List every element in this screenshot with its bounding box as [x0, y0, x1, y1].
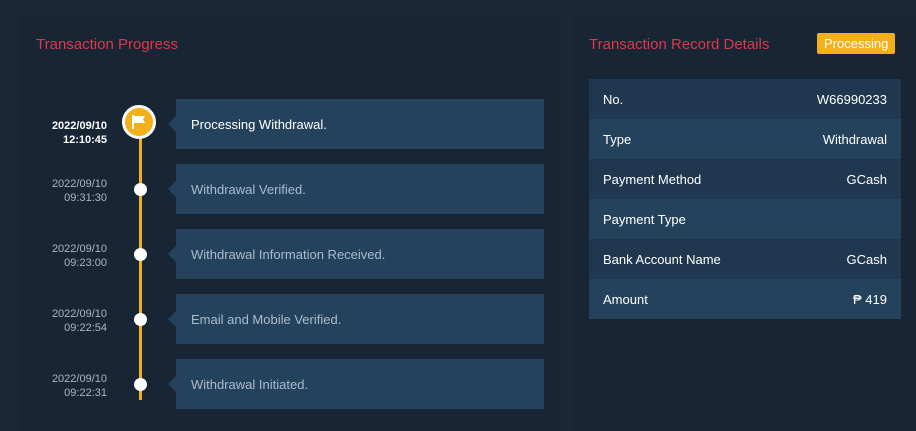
detail-row: Payment Method GCash: [589, 159, 901, 199]
step-label: Withdrawal Initiated.: [191, 376, 309, 392]
detail-row: Type Withdrawal: [589, 119, 901, 159]
step-timestamp: 2022/09/10 09:22:54: [33, 307, 107, 335]
detail-label: No.: [603, 91, 624, 107]
step-dot: [134, 378, 147, 391]
transaction-progress-panel: Transaction Progress 2022/09/10 12:10:45…: [21, 14, 559, 431]
status-badge: Processing: [817, 33, 896, 54]
detail-row: No. W66990233: [589, 79, 901, 119]
step-time: 09:23:00: [64, 257, 107, 269]
detail-row: Bank Account Name GCash: [589, 239, 901, 279]
step-time: 12:10:45: [62, 134, 107, 146]
step-label: Email and Mobile Verified.: [191, 311, 342, 327]
current-step-marker: [122, 105, 156, 139]
step-date: 2022/09/10: [51, 373, 107, 385]
detail-value: ₱ 419: [853, 291, 887, 307]
step-dot: [134, 313, 147, 326]
step-timestamp: 2022/09/10 09:22:31: [33, 372, 107, 400]
step-date: 2022/09/10: [51, 120, 107, 132]
detail-value: Withdrawal: [822, 131, 887, 147]
step-time: 09:31:30: [64, 192, 107, 204]
timeline-step: 2022/09/10 09:31:30 Withdrawal Verified.: [21, 164, 559, 214]
step-label: Withdrawal Verified.: [191, 181, 306, 197]
step-dot: [134, 248, 147, 261]
detail-label: Amount: [603, 291, 648, 307]
timeline-step: 2022/09/10 09:22:54 Email and Mobile Ver…: [21, 294, 559, 344]
timeline-step: 2022/09/10 09:22:31 Withdrawal Initiated…: [21, 359, 559, 409]
details-table: No. W66990233 Type Withdrawal Payment Me…: [589, 79, 901, 319]
step-timestamp: 2022/09/10 09:23:00: [33, 242, 107, 270]
step-card: Withdrawal Initiated.: [168, 359, 544, 409]
step-card: Email and Mobile Verified.: [168, 294, 544, 344]
flag-icon: [132, 115, 145, 129]
step-card: Processing Withdrawal.: [168, 99, 544, 149]
timeline-step: 2022/09/10 12:10:45 Processing Withdrawa…: [21, 99, 559, 149]
step-card: Withdrawal Information Received.: [168, 229, 544, 279]
record-title: Transaction Record Details: [589, 36, 770, 53]
progress-title: Transaction Progress: [36, 36, 179, 53]
step-date: 2022/09/10: [51, 243, 107, 255]
detail-label: Type: [603, 131, 632, 147]
timeline-step: 2022/09/10 09:23:00 Withdrawal Informati…: [21, 229, 559, 279]
detail-value: GCash: [846, 251, 887, 267]
step-timestamp: 2022/09/10 09:31:30: [33, 177, 107, 205]
detail-row: Amount ₱ 419: [589, 279, 901, 319]
step-timestamp: 2022/09/10 12:10:45: [33, 119, 107, 147]
step-time: 09:22:31: [64, 387, 107, 399]
step-label: Withdrawal Information Received.: [191, 246, 386, 262]
record-details-panel: Transaction Record Details Processing No…: [574, 14, 916, 431]
step-date: 2022/09/10: [51, 178, 107, 190]
step-dot: [134, 183, 147, 196]
step-card: Withdrawal Verified.: [168, 164, 544, 214]
step-time: 09:22:54: [64, 322, 107, 334]
detail-label: Payment Method: [603, 171, 702, 187]
detail-value: GCash: [846, 171, 887, 187]
detail-label: Bank Account Name: [603, 251, 721, 267]
detail-value: W66990233: [816, 91, 887, 107]
detail-label: Payment Type: [603, 211, 686, 227]
detail-row: Payment Type: [589, 199, 901, 239]
step-date: 2022/09/10: [51, 308, 107, 320]
step-label: Processing Withdrawal.: [191, 116, 327, 132]
